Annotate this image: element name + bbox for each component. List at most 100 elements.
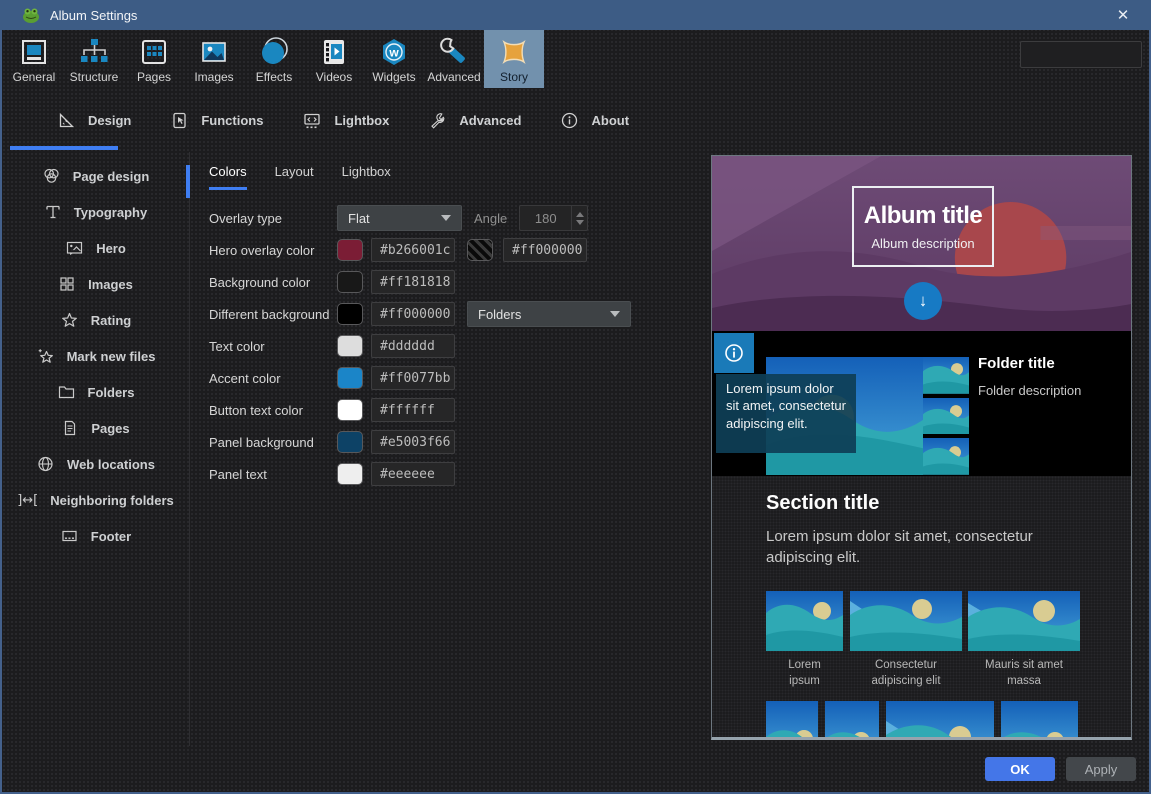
hex-value-field[interactable]: #dddddd [371, 334, 455, 358]
different-background-select[interactable]: Folders [467, 301, 631, 327]
hex-value-field[interactable]: #b266001c [371, 238, 455, 262]
sidebar-item-page-design[interactable]: Page design [2, 158, 189, 194]
panel-tab-colors[interactable]: Colors [209, 164, 247, 190]
info-icon [714, 333, 754, 373]
search-box [1020, 41, 1142, 68]
sidebar-item-pages[interactable]: Pages [2, 410, 189, 446]
panel-tabs: Colors Layout Lightbox [209, 164, 711, 202]
hex-value-field[interactable]: #ff0077bb [371, 366, 455, 390]
hex-value-field[interactable]: #eeeeee [371, 462, 455, 486]
toolbar-label: Structure [70, 70, 119, 84]
toolbar-label: General [13, 70, 56, 84]
section-title: Section title [766, 492, 879, 515]
tab-label: Lightbox [334, 113, 389, 128]
tab-functions[interactable]: Functions [171, 112, 263, 129]
close-button[interactable]: ✕ [1105, 0, 1141, 30]
folder-description: Folder description [978, 383, 1081, 398]
tab-label: Design [88, 113, 131, 128]
color-swatch[interactable] [337, 463, 363, 485]
design-icon [58, 112, 75, 129]
apply-button[interactable]: Apply [1066, 757, 1136, 781]
typography-icon [44, 203, 62, 221]
toolbar-item-videos[interactable]: Videos [304, 30, 364, 88]
hex-value-field[interactable]: #ff000000 [371, 302, 455, 326]
color-swatch[interactable] [337, 303, 363, 325]
sidebar-item-neighboring-folders[interactable]: ]↔[ Neighboring folders [2, 482, 189, 518]
hex-value-field[interactable]: #ff181818 [371, 270, 455, 294]
field-label: Overlay type [209, 211, 337, 226]
folder-title: Folder title [978, 355, 1055, 372]
toolbar-item-pages[interactable]: Pages [124, 30, 184, 88]
row-accent-color: Accent color #ff0077bb [209, 362, 711, 394]
preview-hero: Album title Album description ↓ [712, 156, 1131, 331]
tab-label: Functions [201, 113, 263, 128]
sidebar-item-hero[interactable]: Hero [2, 230, 189, 266]
hex-value-field[interactable]: #ffffff [371, 398, 455, 422]
row-background-color: Background color #ff181818 [209, 266, 711, 298]
sidebar-item-rating[interactable]: Rating [2, 302, 189, 338]
svg-text:w: w [388, 46, 399, 60]
row-panel-background: Panel background #e5003f66 [209, 426, 711, 458]
sidebar-item-typography[interactable]: Typography [2, 194, 189, 230]
thumbnail-partial [886, 701, 994, 740]
thumbnail-caption: Lorem ipsum [776, 658, 833, 689]
sidebar-item-footer[interactable]: Footer [2, 518, 189, 554]
sidebar-item-mark-new-files[interactable]: Mark new files [2, 338, 189, 374]
tab-advanced[interactable]: Advanced [429, 112, 521, 129]
thumbnail [968, 591, 1080, 651]
preview-section-block: Section title Lorem ipsum dolor sit amet… [712, 476, 1131, 740]
sidebar-item-folders[interactable]: Folders [2, 374, 189, 410]
thumbnail-caption: Mauris sit amet massa [978, 658, 1070, 689]
widgets-icon: w [377, 35, 411, 69]
toolbar-item-widgets[interactable]: w Widgets [364, 30, 424, 88]
toolbar-item-effects[interactable]: Effects [244, 30, 304, 88]
color-swatch[interactable] [337, 431, 363, 453]
field-label: Text color [209, 339, 337, 354]
tab-lightbox[interactable]: Lightbox [303, 112, 389, 129]
row-button-text-color: Button text color #ffffff [209, 394, 711, 426]
panel-tab-lightbox[interactable]: Lightbox [342, 164, 391, 187]
sidebar-item-images[interactable]: Images [2, 266, 189, 302]
field-label: Button text color [209, 403, 337, 418]
advanced-tab-wrench-icon [429, 112, 446, 129]
tab-design[interactable]: Design [58, 112, 131, 129]
hex-value-field[interactable]: #ff000000 [503, 238, 587, 262]
sidebar-label: Images [88, 277, 133, 292]
toolbar-item-general[interactable]: General [4, 30, 64, 88]
angle-spinner[interactable]: 180 [519, 205, 588, 231]
hero-icon [65, 239, 84, 257]
tab-about[interactable]: About [561, 112, 629, 129]
overlay-type-select[interactable]: Flat [337, 205, 462, 231]
toolbar-label: Videos [316, 70, 352, 84]
color-swatch[interactable] [337, 399, 363, 421]
row-text-color: Text color #dddddd [209, 330, 711, 362]
toolbar-item-advanced[interactable]: Advanced [424, 30, 484, 88]
sidebar-label: Page design [73, 169, 150, 184]
panel-tab-layout[interactable]: Layout [275, 164, 314, 187]
color-swatch[interactable] [337, 367, 363, 389]
color-swatch[interactable] [337, 335, 363, 357]
color-swatch[interactable] [337, 271, 363, 293]
globe-icon [36, 455, 55, 473]
toolbar-label: Widgets [372, 70, 415, 84]
advanced-wrench-icon [437, 35, 471, 69]
toolbar-item-images[interactable]: Images [184, 30, 244, 88]
color-swatch-transparent[interactable] [467, 239, 493, 261]
color-swatch[interactable] [337, 239, 363, 261]
main-toolbar: General Structure Pages Images Effects V… [2, 30, 1149, 88]
toolbar-item-story[interactable]: Story [484, 30, 544, 88]
folder-icon [57, 383, 76, 401]
mark-new-star-icon [36, 347, 55, 365]
toolbar-item-structure[interactable]: Structure [64, 30, 124, 88]
about-info-icon [561, 112, 578, 129]
hex-value-field[interactable]: #e5003f66 [371, 430, 455, 454]
search-input[interactable] [1021, 48, 1151, 62]
sidebar-item-web-locations[interactable]: Web locations [2, 446, 189, 482]
images-icon [197, 35, 231, 69]
toolbar-label: Effects [256, 70, 292, 84]
spinner-arrows[interactable] [571, 206, 587, 230]
album-settings-window: Album Settings ✕ General Structure Pages… [0, 0, 1151, 794]
ok-button[interactable]: OK [985, 757, 1055, 781]
videos-icon [317, 35, 351, 69]
field-label: Different background [209, 307, 337, 322]
